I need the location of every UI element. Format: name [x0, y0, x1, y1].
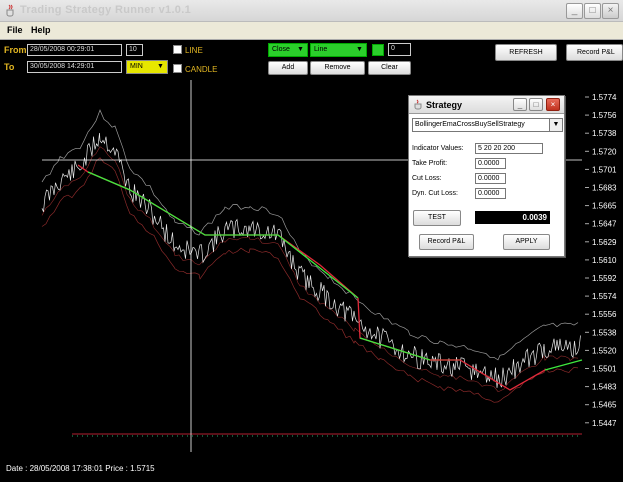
chevron-down-icon: ▼ — [157, 63, 164, 70]
test-button[interactable]: TEST — [413, 210, 461, 226]
price-tick-label: 1.5647 — [592, 220, 617, 229]
price-tick-label: 1.5556 — [592, 310, 617, 319]
dialog-record-pl-button[interactable]: Record P&L — [419, 234, 474, 250]
apply-button[interactable]: APPLY — [503, 234, 550, 250]
java-cup-icon — [414, 99, 422, 110]
add-button[interactable]: Add — [268, 61, 308, 75]
price-field-value: Close — [272, 46, 290, 53]
candle-checkbox[interactable] — [173, 64, 182, 73]
price-tick-label: 1.5592 — [592, 274, 617, 283]
to-date-input[interactable]: 30/05/2008 14:29:01 — [27, 61, 122, 73]
refresh-button[interactable]: REFRESH — [495, 44, 557, 61]
counter-input[interactable]: 0 — [388, 43, 411, 56]
menu-help[interactable]: Help — [31, 25, 51, 35]
price-tick-label: 1.5738 — [592, 129, 617, 138]
strategy-select[interactable]: BollingerEmaCrossBuySellStrategy ▼ — [412, 118, 563, 132]
cut-loss-label: Cut Loss: — [412, 175, 442, 182]
status-date-value: 28/05/2008 17:38:01 — [29, 464, 103, 473]
unit-select-value: MIN — [130, 63, 143, 70]
take-profit-input[interactable]: 0.0000 — [475, 158, 506, 169]
chart-type-select[interactable]: Line ▼ — [310, 43, 367, 57]
price-tick-label: 1.5501 — [592, 365, 617, 374]
status-bar: Date : 28/05/2008 17:38:01 Price : 1.571… — [6, 464, 155, 473]
line-checkbox-label: LINE — [185, 46, 203, 55]
from-label: From — [4, 45, 27, 55]
dialog-minimize-button[interactable]: _ — [513, 98, 527, 111]
close-button[interactable]: × — [602, 3, 619, 19]
price-tick-label: 1.5774 — [592, 93, 617, 102]
to-label: To — [4, 62, 15, 72]
indicator-values-input[interactable]: 5 20 20 200 — [475, 143, 543, 154]
candle-checkbox-label: CANDLE — [185, 65, 218, 74]
price-tick-label: 1.5610 — [592, 256, 617, 265]
price-tick-label: 1.5538 — [592, 328, 617, 337]
strategy-dialog: Strategy _ □ × BollingerEmaCrossBuySellS… — [408, 95, 565, 257]
take-profit-label: Take Profit: — [412, 160, 448, 167]
cut-loss-input[interactable]: 0.0000 — [475, 173, 506, 184]
price-field-select[interactable]: Close ▼ — [268, 43, 308, 57]
dyn-cut-loss-label: Dyn. Cut Loss: — [412, 190, 458, 197]
menu-bar: File Help — [0, 22, 623, 40]
price-tick-label: 1.5629 — [592, 238, 617, 247]
chart-type-value: Line — [314, 46, 328, 53]
remove-button[interactable]: Remove — [310, 61, 365, 75]
dyn-cut-loss-input[interactable]: 0.0000 — [475, 188, 506, 199]
dialog-close-button[interactable]: × — [546, 98, 560, 111]
price-tick-label: 1.5756 — [592, 111, 617, 120]
toolbar: From 28/05/2008 00:29:01 10 LINE To 30/0… — [0, 40, 623, 80]
line-checkbox[interactable] — [173, 45, 182, 54]
window-title: Trading Strategy Runner v1.0.1 — [20, 4, 191, 16]
maximize-button[interactable]: □ — [584, 3, 601, 19]
clear-button[interactable]: Clear — [368, 61, 411, 75]
chevron-down-icon: ▼ — [297, 46, 304, 53]
price-tick-label: 1.5720 — [592, 147, 617, 156]
price-tick-label: 1.5520 — [592, 346, 617, 355]
status-date-label: Date : — [6, 464, 28, 473]
unit-select[interactable]: MIN ▼ — [126, 60, 168, 74]
chevron-down-icon: ▼ — [356, 46, 363, 53]
strategy-select-value: BollingerEmaCrossBuySellStrategy — [415, 121, 525, 128]
price-tick-label: 1.5447 — [592, 419, 617, 428]
from-date-input[interactable]: 28/05/2008 00:29:01 — [27, 44, 122, 56]
color-swatch[interactable] — [372, 44, 384, 56]
strategy-dialog-title: Strategy — [426, 100, 463, 110]
indicator-values-label: Indicator Values: — [412, 145, 464, 152]
title-bar: Trading Strategy Runner v1.0.1 _ □ × — [0, 0, 623, 22]
price-tick-label: 1.5574 — [592, 292, 617, 301]
strategy-dialog-titlebar[interactable]: Strategy _ □ × — [409, 96, 564, 114]
price-tick-label: 1.5665 — [592, 202, 617, 211]
menu-file[interactable]: File — [7, 25, 23, 35]
record-pl-button[interactable]: Record P&L — [566, 44, 623, 61]
price-tick-label: 1.5683 — [592, 184, 617, 193]
test-result-value: 0.0039 — [475, 211, 550, 224]
dialog-maximize-button[interactable]: □ — [529, 98, 543, 111]
price-tick-label: 1.5465 — [592, 401, 617, 410]
price-tick-label: 1.5483 — [592, 383, 617, 392]
java-cup-icon — [6, 4, 14, 17]
chevron-down-icon: ▼ — [549, 119, 562, 131]
minimize-button[interactable]: _ — [566, 3, 583, 19]
price-tick-label: 1.5701 — [592, 165, 617, 174]
status-price-value: 1.5715 — [130, 464, 155, 473]
interval-input[interactable]: 10 — [126, 44, 143, 56]
status-price-label: Price : — [105, 464, 128, 473]
